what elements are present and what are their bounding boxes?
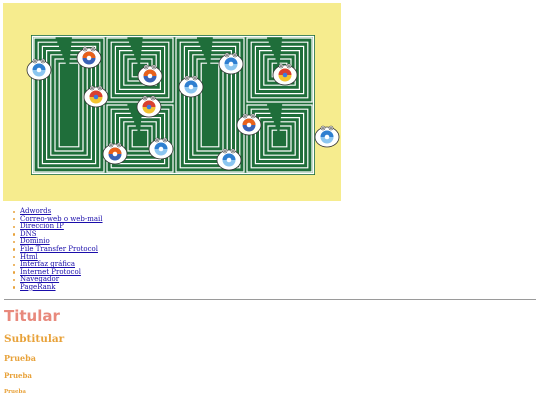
horizontal-divider <box>4 299 536 300</box>
heading-titular: Titular <box>4 307 60 325</box>
heading-prueba-h4: Prueba <box>4 371 32 380</box>
heading-subtitular: Subtitular <box>4 333 65 345</box>
heading-prueba-h5: Prueba <box>4 389 26 395</box>
list-item: PageRank <box>13 283 103 292</box>
heading-prueba-h3: Prueba <box>4 353 36 363</box>
link-pagerank[interactable]: PageRank <box>20 283 56 291</box>
maze-banner-image <box>3 3 341 201</box>
glossary-link-list: Adwords Correo-web o web-mail Dirección … <box>0 207 103 292</box>
maze-illustration <box>26 35 340 175</box>
